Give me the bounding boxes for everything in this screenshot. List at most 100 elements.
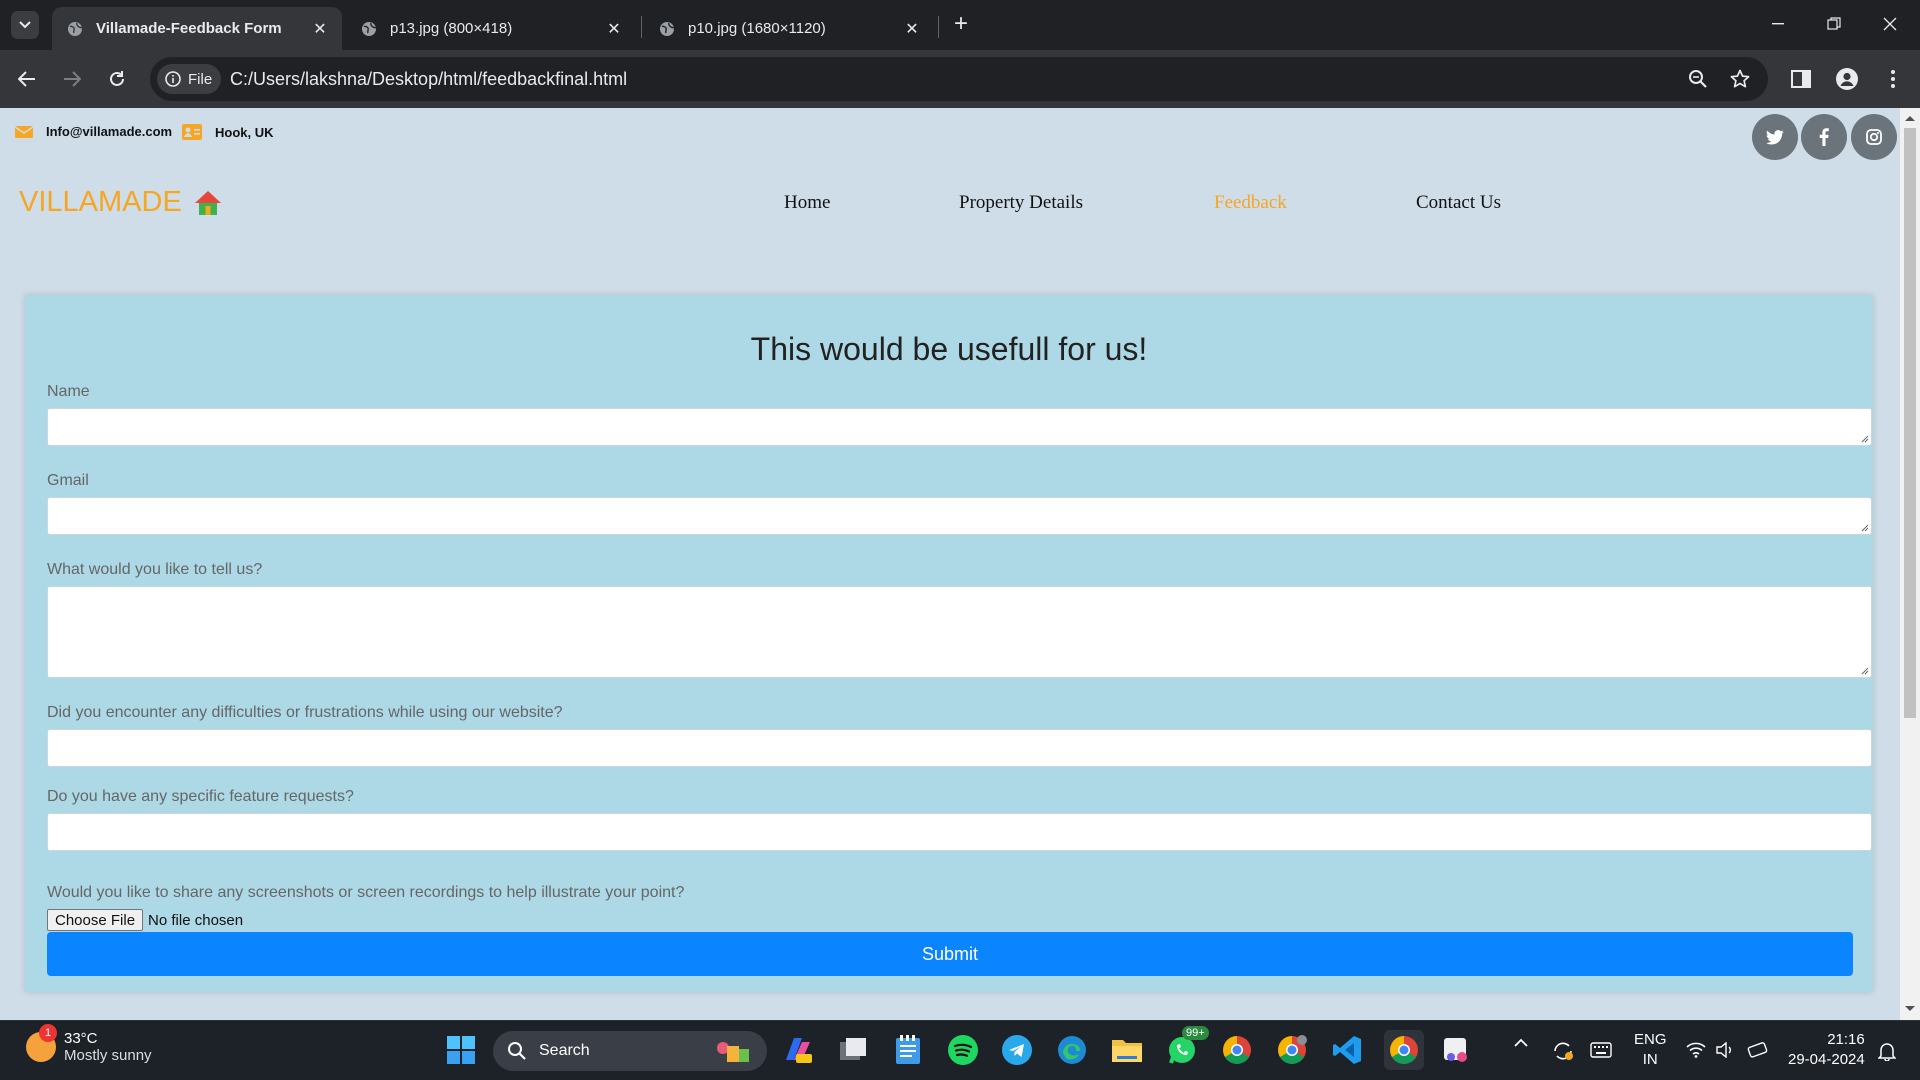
tray-overflow-icon[interactable] <box>1514 1035 1528 1051</box>
sync-icon[interactable] <box>1552 1041 1574 1064</box>
tab-p13[interactable]: p13.jpg (800×418) ✕ <box>346 7 636 50</box>
notification-bell-icon[interactable] <box>1877 1041 1897 1064</box>
weather-temp: 33°C <box>64 1030 98 1047</box>
vscode-app[interactable] <box>1329 1032 1365 1068</box>
task-view-app[interactable] <box>835 1032 871 1068</box>
menu-dots-icon[interactable] <box>1880 66 1906 92</box>
close-tab-icon[interactable]: ✕ <box>604 19 624 39</box>
email-text: Info@villamade.com <box>46 124 173 139</box>
choose-file-button[interactable]: Choose File <box>47 909 144 931</box>
submit-button[interactable]: Submit <box>47 932 1853 976</box>
screenshots-label: Would you like to share any screenshots … <box>47 884 685 901</box>
feature-requests-input[interactable] <box>47 813 1872 851</box>
brand-logo[interactable]: VILLAMADE <box>19 186 222 219</box>
keyboard-icon[interactable] <box>1590 1042 1612 1061</box>
tab-p10[interactable]: p10.jpg (1680×1120) ✕ <box>644 7 934 50</box>
minimize-button[interactable] <box>1750 0 1806 48</box>
battery-icon[interactable] <box>1746 1042 1768 1061</box>
notepad-app[interactable] <box>890 1032 926 1068</box>
site-info-chip[interactable]: File <box>157 64 221 94</box>
chrome-active-app[interactable] <box>1384 1030 1424 1070</box>
system-clock[interactable]: 21:16 29-04-2024 <box>1788 1030 1865 1070</box>
nav-home[interactable]: Home <box>784 192 830 214</box>
zoom-icon[interactable] <box>1686 67 1710 91</box>
side-panel-icon[interactable] <box>1788 66 1814 92</box>
address-card-icon <box>182 124 202 140</box>
file-explorer-app[interactable] <box>1109 1032 1145 1068</box>
close-tab-icon[interactable]: ✕ <box>310 19 330 39</box>
windows-taskbar: 1 33°C Mostly sunny Search 99+ ENG IN 21… <box>0 1020 1920 1080</box>
back-button[interactable] <box>11 63 43 95</box>
url-text[interactable]: C:/Users/lakshna/Desktop/html/feedbackfi… <box>230 69 627 90</box>
forward-button[interactable] <box>56 63 88 95</box>
restore-icon <box>1827 17 1841 30</box>
globe-icon <box>66 20 84 38</box>
twitter-button[interactable] <box>1752 114 1798 160</box>
scrollbar-thumb[interactable] <box>1904 128 1916 718</box>
tab-separator <box>641 16 642 38</box>
arrow-right-icon <box>64 71 81 87</box>
task-view-icon <box>840 1038 866 1060</box>
close-window-button[interactable] <box>1862 0 1918 48</box>
chrome-app[interactable] <box>1219 1032 1255 1068</box>
feedback-form: This would be usefull for us! Name Gmail… <box>25 295 1873 992</box>
file-upload: Choose File No file chosen <box>47 909 243 931</box>
difficulties-label: Did you encounter any difficulties or fr… <box>47 704 563 721</box>
tab-feedback-form[interactable]: Villamade-Feedback Form ✕ <box>52 7 342 50</box>
volume-icon[interactable] <box>1716 1041 1736 1061</box>
form-title: This would be usefull for us! <box>750 331 1148 367</box>
wifi-icon[interactable] <box>1686 1042 1706 1061</box>
spotify-app[interactable] <box>945 1032 981 1068</box>
page-scrollbar[interactable] <box>1900 108 1920 1020</box>
edge-app[interactable] <box>1054 1032 1090 1068</box>
profile-icon[interactable] <box>1834 66 1860 92</box>
chrome-icon <box>1223 1036 1251 1064</box>
arrow-left-icon <box>18 71 35 87</box>
address-bar[interactable]: File C:/Users/lakshna/Desktop/html/feedb… <box>150 57 1768 101</box>
nav-property-details[interactable]: Property Details <box>959 192 1083 214</box>
search-icon <box>508 1042 526 1060</box>
close-tab-icon[interactable]: ✕ <box>902 19 922 39</box>
new-tab-button[interactable]: + <box>948 12 974 38</box>
weather-badge: 1 <box>39 1024 57 1042</box>
copilot-icon <box>786 1038 812 1063</box>
chrome-icon <box>1390 1036 1418 1064</box>
resize-grip-icon[interactable] <box>1859 665 1869 675</box>
difficulties-input[interactable] <box>47 729 1872 767</box>
copilot-app[interactable] <box>780 1032 816 1068</box>
region-code: IN <box>1642 1051 1658 1068</box>
location-text: Hook, UK <box>215 124 274 140</box>
envelope-icon <box>15 125 33 138</box>
message-textarea[interactable] <box>47 586 1872 678</box>
nav-feedback[interactable]: Feedback <box>1214 192 1287 214</box>
start-button[interactable] <box>443 1032 479 1068</box>
weather-widget[interactable]: 1 33°C Mostly sunny <box>26 1024 152 1064</box>
instagram-button[interactable] <box>1851 114 1897 160</box>
search-highlight-icon <box>717 1042 749 1062</box>
page-viewport: Info@villamade.com Hook, UK VILLAMADE Ho… <box>0 108 1900 1020</box>
restore-button[interactable] <box>1806 0 1862 48</box>
reload-button[interactable] <box>101 63 133 95</box>
tab-search-button[interactable] <box>11 11 39 39</box>
notepad-icon <box>896 1035 920 1064</box>
resize-grip-icon[interactable] <box>1859 522 1869 532</box>
edge-icon <box>1058 1036 1086 1064</box>
facebook-button[interactable] <box>1801 114 1847 160</box>
scroll-up-arrow-icon[interactable] <box>1905 116 1915 121</box>
minimize-icon <box>1772 23 1784 25</box>
scroll-down-arrow-icon[interactable] <box>1905 1006 1915 1011</box>
gmail-field[interactable] <box>47 497 1872 535</box>
taskbar-search[interactable]: Search <box>493 1031 767 1071</box>
nav-contact-us[interactable]: Contact Us <box>1416 192 1501 214</box>
whatsapp-app[interactable]: 99+ <box>1164 1026 1209 1068</box>
snipping-tool-app[interactable] <box>1439 1032 1475 1068</box>
resize-grip-icon[interactable] <box>1859 433 1869 443</box>
clock-time: 21:16 <box>1827 1031 1865 1048</box>
whatsapp-badge: 99+ <box>1182 1026 1209 1040</box>
tab-title: p10.jpg (1680×1120) <box>688 20 826 37</box>
telegram-app[interactable] <box>999 1032 1035 1068</box>
language-indicator[interactable]: ENG IN <box>1634 1030 1667 1070</box>
bookmark-star-icon[interactable] <box>1728 67 1752 91</box>
chrome-profile-app[interactable] <box>1274 1032 1310 1068</box>
name-field[interactable] <box>47 408 1872 446</box>
